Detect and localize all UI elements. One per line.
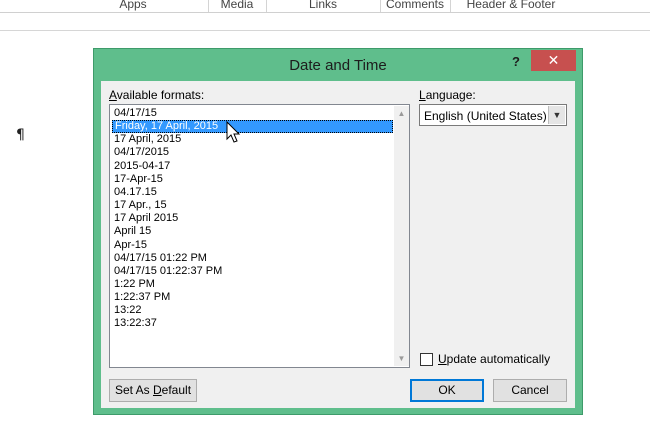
format-list-item[interactable]: 17 Apr., 15 [112, 199, 393, 212]
cancel-button[interactable]: Cancel [493, 379, 567, 402]
language-dropdown[interactable]: English (United States) ▼ [419, 104, 567, 126]
ribbon-group-apps[interactable]: Apps [90, 0, 176, 11]
scroll-down-icon[interactable]: ▼ [394, 351, 409, 366]
chevron-down-icon[interactable]: ▼ [548, 106, 565, 124]
available-formats-label: Available formats: [109, 88, 205, 102]
ribbon-group-header-footer[interactable]: Header & Footer [452, 0, 570, 11]
language-value: English (United States) [424, 109, 547, 123]
dialog-body: Available formats: 04/17/15 Friday, 17 Ap… [101, 81, 575, 408]
update-automatically-label[interactable]: Update automatically [438, 352, 550, 366]
close-icon: ✕ [547, 52, 560, 68]
ribbon-separator [266, 0, 267, 12]
format-list-item[interactable]: 17-Apr-15 [112, 173, 393, 186]
mouse-pointer-icon [226, 121, 241, 143]
format-list-item[interactable]: 17 April, 2015 [112, 133, 393, 146]
format-list-item[interactable]: 04/17/2015 [112, 146, 393, 159]
close-button[interactable]: ✕ [531, 50, 576, 71]
dialog-titlebar[interactable]: Date and Time ? ✕ [94, 49, 582, 81]
paragraph-mark: ¶ [16, 127, 25, 143]
date-time-dialog: Date and Time ? ✕ Available formats: 04/… [93, 48, 583, 415]
ribbon-group-media[interactable]: Media [210, 0, 264, 11]
ribbon-group-links[interactable]: Links [268, 0, 378, 11]
format-list-item[interactable]: 17 April 2015 [112, 212, 393, 225]
format-list-item[interactable]: 13:22:37 [112, 317, 393, 330]
format-list-item[interactable]: 04/17/15 01:22 PM [112, 252, 393, 265]
format-list-item[interactable]: Apr-15 [112, 239, 393, 252]
format-list-item[interactable]: 04/17/15 [112, 107, 393, 120]
ribbon-group-comments[interactable]: Comments [382, 0, 448, 11]
ribbon-separator [450, 0, 451, 12]
format-list-item[interactable]: Friday, 17 April, 2015 [112, 120, 393, 134]
format-list-item[interactable]: 04.17.15 [112, 186, 393, 199]
format-list-item[interactable]: 04/17/15 01:22:37 PM [112, 265, 393, 278]
language-label: Language: [419, 88, 476, 102]
formats-scrollbar[interactable]: ▲ ▼ [394, 106, 409, 366]
format-list-item[interactable]: 1:22 PM [112, 278, 393, 291]
formats-list-items: 04/17/15 Friday, 17 April, 2015 17 April, … [111, 106, 394, 366]
format-list-item[interactable]: 13:22 [112, 304, 393, 317]
page-top-edge [0, 30, 650, 31]
formats-listbox[interactable]: 04/17/15 Friday, 17 April, 2015 17 April, … [109, 104, 410, 368]
ribbon-separator [208, 0, 209, 12]
scroll-up-icon[interactable]: ▲ [394, 106, 409, 121]
ribbon-separator [380, 0, 381, 12]
ok-button[interactable]: OK [410, 379, 484, 402]
format-list-item[interactable]: 1:22:37 PM [112, 291, 393, 304]
ribbon-strip: Apps Media Links Comments Header & Foote… [0, 0, 650, 13]
format-list-item[interactable]: 2015-04-17 [112, 160, 393, 173]
help-button[interactable]: ? [509, 54, 523, 70]
format-list-item[interactable]: April 15 [112, 225, 393, 238]
set-as-default-button[interactable]: Set As Default [109, 379, 197, 402]
update-automatically-checkbox[interactable] [420, 353, 433, 366]
